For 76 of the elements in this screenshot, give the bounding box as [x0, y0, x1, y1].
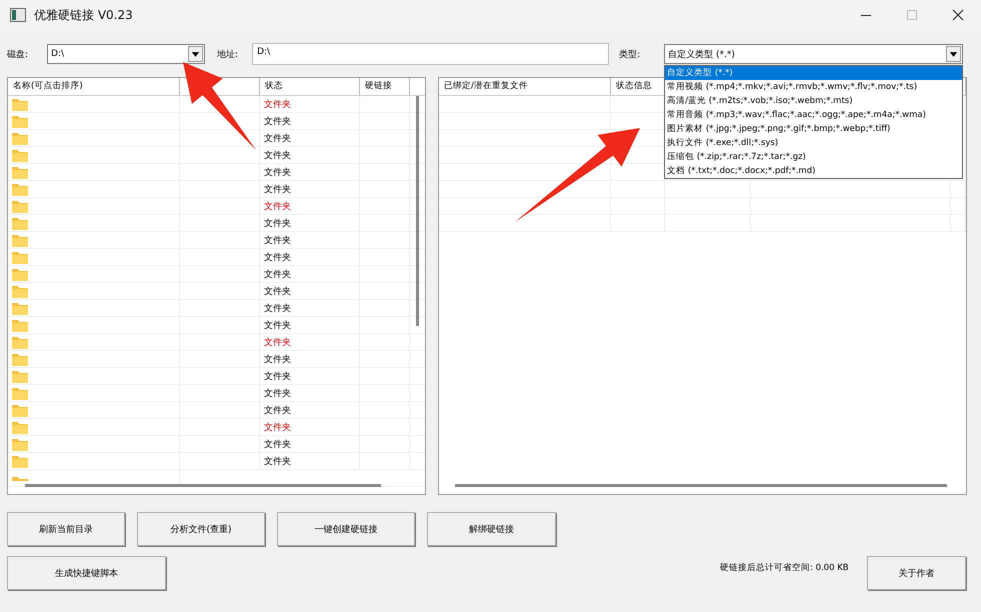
app-icon [10, 8, 26, 22]
dropdown-option[interactable]: 高清/蓝光 (*.m2ts;*.vob;*.iso;*.webm;*.mts) [665, 94, 962, 108]
column-header[interactable]: 状态信息 [611, 78, 665, 95]
status-cell: 文件夹 [260, 147, 360, 163]
status-cell: 文件夹 [260, 113, 360, 129]
status-cell: 文件夹 [260, 232, 360, 248]
folder-icon [12, 438, 28, 450]
status-cell: 文件夹 [260, 96, 360, 112]
type-label: 类型: [619, 48, 640, 60]
folder-icon [12, 132, 28, 144]
address-label: 地址: [217, 48, 238, 60]
folder-icon [12, 114, 28, 128]
folder-icon [12, 336, 28, 348]
status-cell: 文件夹 [260, 300, 360, 316]
type-dropdown[interactable]: 自定义类型 (*.*) [664, 44, 964, 64]
folder-icon [12, 98, 28, 110]
action-button[interactable]: 刷新当前目录 [7, 512, 125, 546]
status-cell: 文件夹 [260, 351, 360, 367]
status-cell: 文件夹 [260, 334, 360, 350]
folder-icon [12, 250, 28, 264]
dropdown-option[interactable]: 压缩包 (*.zip;*.rar;*.7z;*.tar;*.gz) [665, 150, 962, 164]
disk-label: 磁盘: [7, 48, 28, 60]
status-cell: 文件夹 [260, 436, 360, 452]
status-cell: 文件夹 [260, 198, 360, 214]
status-cell: 文件夹 [260, 164, 360, 180]
dropdown-option[interactable]: 自定义类型 (*.*) [665, 66, 962, 80]
folder-icon [12, 476, 28, 480]
folder-icon [12, 370, 28, 382]
dropdown-option[interactable]: 常用音频 (*.mp3;*.wav;*.flac;*.aac;*.ogg;*.ape;*.m4a;*.wma) [665, 108, 962, 122]
action-button[interactable]: 一键创建硬链接 [277, 512, 415, 546]
about-button[interactable]: 关于作者 [867, 556, 966, 590]
status-cell: 文件夹 [260, 368, 360, 384]
status-cell: 文件夹 [260, 249, 360, 265]
folder-icon [12, 182, 28, 196]
folder-icon [12, 454, 28, 468]
column-header[interactable]: 硬链接 [360, 78, 410, 95]
scrollbar-thumb[interactable] [455, 484, 947, 487]
status-cell: 文件夹 [260, 181, 360, 197]
folder-icon [12, 404, 28, 416]
status-cell: 文件夹 [260, 283, 360, 299]
status-cell: 文件夹 [260, 385, 360, 401]
script-button[interactable]: 生成快捷键脚本 [7, 556, 166, 590]
folder-icon [12, 166, 28, 178]
column-header[interactable]: 已绑定/潜在重复文件 [439, 78, 611, 95]
column-header[interactable]: 名称(可点击排序) [8, 78, 180, 95]
status-cell: 文件夹 [260, 130, 360, 146]
dropdown-option[interactable]: 常用视频 (*.mp4;*.mkv;*.avi;*.rmvb;*.wmv;*.flv;*.mov;*.ts) [665, 80, 962, 94]
status-cell: 文件夹 [260, 419, 360, 435]
folder-icon [12, 234, 28, 246]
folder-icon [12, 386, 28, 400]
folder-icon [12, 302, 28, 314]
folder-icon [12, 318, 28, 332]
column-header[interactable]: 状态 [260, 78, 360, 95]
folder-icon [12, 268, 28, 280]
folder-icon [12, 148, 28, 162]
savings-label: 硬链接后总计可省空间: 0.00 KB [720, 562, 850, 574]
status-cell: 文件夹 [260, 266, 360, 282]
folder-icon [12, 200, 28, 212]
status-cell: 文件夹 [260, 215, 360, 231]
dropdown-option[interactable]: 图片素材 (*.jpg;*.jpeg;*.png;*.gif;*.bmp;*.webp;*.tiff) [665, 122, 962, 136]
dropdown-option[interactable]: 文档 (*.txt;*.doc;*.docx;*.pdf;*.md) [665, 164, 962, 178]
action-button[interactable]: 解绑硬链接 [427, 512, 556, 546]
dropdown-option[interactable]: 执行文件 (*.exe;*.dll;*.sys) [665, 136, 962, 150]
folder-icon [12, 420, 28, 434]
address-field[interactable]: D:\ [252, 43, 610, 65]
window-title: 优雅硬链接 V0.23 [34, 6, 134, 24]
scrollbar-thumb[interactable] [25, 484, 381, 487]
status-cell: 文件夹 [260, 402, 360, 418]
scrollbar-thumb[interactable] [416, 96, 419, 326]
folder-icon [12, 216, 28, 230]
status-cell: 文件夹 [260, 317, 360, 333]
folder-icon [12, 352, 28, 366]
status-cell: 文件夹 [260, 453, 360, 469]
action-button[interactable]: 分析文件(查重) [137, 512, 265, 546]
disk-dropdown[interactable]: D:\ [47, 44, 206, 64]
folder-icon [12, 284, 28, 298]
